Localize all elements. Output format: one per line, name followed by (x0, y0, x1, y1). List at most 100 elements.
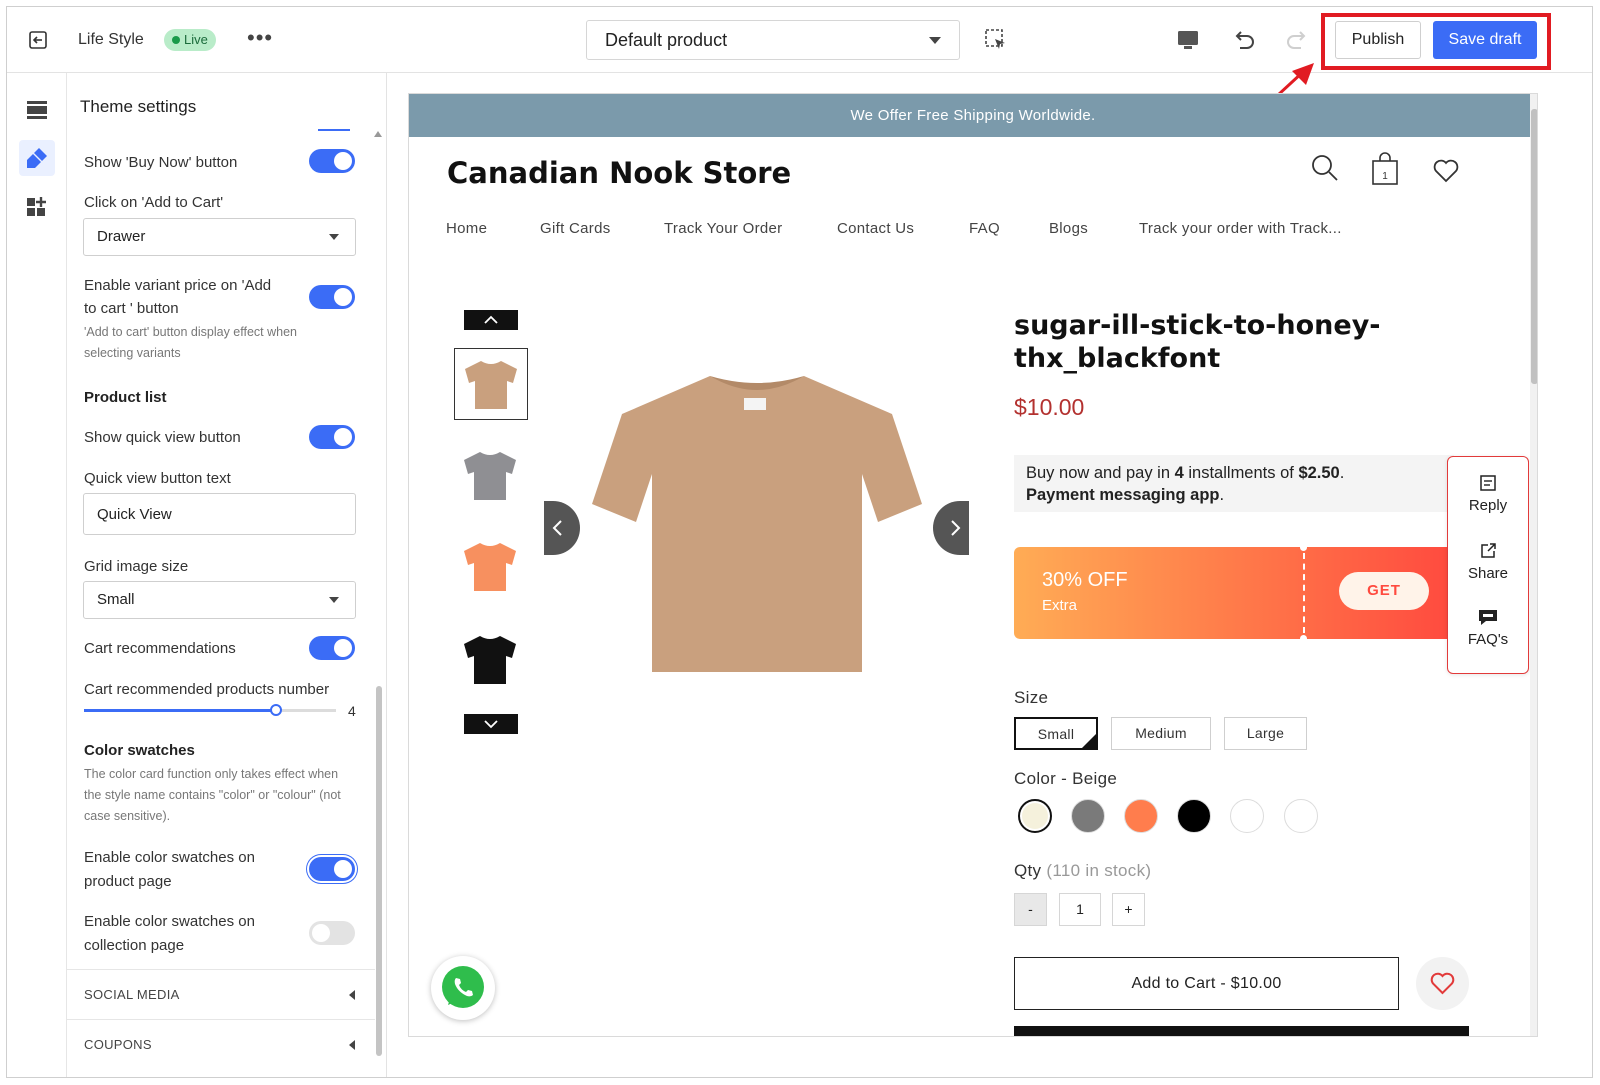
quick-view-toggle[interactable] (309, 425, 355, 449)
pay-installments: 4 (1174, 464, 1184, 482)
nav-link[interactable]: Blogs (1049, 220, 1088, 237)
editor-window: Life Style Live ••• Default product Publ… (6, 6, 1593, 1078)
social-media-accordion[interactable]: SOCIAL MEDIA (67, 969, 375, 1019)
whatsapp-button[interactable] (431, 956, 495, 1020)
cart-recs-toggle[interactable] (309, 636, 355, 660)
variant-price-help-line2: selecting variants (84, 346, 181, 360)
pay-text: Buy now and pay in (1026, 464, 1175, 482)
thumbnail-orange[interactable] (454, 531, 528, 603)
color-swatch[interactable] (1018, 799, 1052, 833)
color-swatch[interactable] (1284, 799, 1318, 833)
preview-scrollbar-thumb[interactable] (1531, 109, 1537, 384)
pay-text-2: installments of (1183, 464, 1299, 482)
grid-image-size-select[interactable]: Small (83, 581, 356, 619)
desktop-view-icon[interactable] (1175, 27, 1201, 53)
buy-now-label: Show 'Buy Now' button (84, 154, 238, 171)
pay-app: Payment messaging app (1026, 486, 1220, 504)
redo-icon[interactable] (1284, 27, 1310, 53)
cart-recs-label: Cart recommendations (84, 640, 236, 657)
nav-link[interactable]: Contact Us (837, 220, 914, 237)
size-option-label: Large (1246, 725, 1285, 741)
swatch-collection-label-line1: Enable color swatches on (84, 913, 255, 930)
more-options-icon[interactable]: ••• (247, 25, 273, 51)
undo-icon[interactable] (1231, 27, 1257, 53)
nav-link[interactable]: FAQ (969, 220, 1000, 237)
coupon-get-button[interactable]: GET (1339, 572, 1429, 610)
add-to-cart-click-select[interactable]: Drawer (83, 218, 356, 256)
share-button[interactable]: Share (1448, 541, 1528, 582)
color-label: Color - Beige (1014, 769, 1118, 788)
cart-icon[interactable]: 1 (1371, 152, 1399, 186)
exit-icon[interactable] (27, 29, 49, 51)
color-swatch[interactable] (1230, 799, 1264, 833)
buy-now-toggle[interactable] (309, 149, 355, 173)
select-element-icon[interactable] (983, 27, 1009, 53)
next-image-button[interactable] (933, 501, 969, 555)
nav-link[interactable]: Gift Cards (540, 220, 611, 237)
scroll-up-icon[interactable] (374, 131, 382, 137)
theme-settings-panel: Theme settings Show 'Buy Now' button Cli… (67, 73, 387, 1077)
side-widget: Reply Share FAQ's (1447, 456, 1529, 674)
store-preview: We Offer Free Shipping Worldwide. Canadi… (408, 93, 1538, 1037)
panel-title: Theme settings (80, 97, 197, 116)
product-title: sugar-ill-stick-to-honey- thx_blackfont (1014, 309, 1394, 375)
cart-recs-slider-handle[interactable] (269, 704, 282, 716)
product-image (592, 376, 922, 672)
cart-recs-slider[interactable] (84, 704, 336, 716)
wishlist-heart-icon[interactable] (1432, 158, 1460, 184)
thumbnail-beige[interactable] (454, 348, 528, 420)
qty-increase-button[interactable]: + (1112, 893, 1145, 926)
coupon-notch (1300, 635, 1307, 639)
quick-view-text-input[interactable] (83, 493, 356, 535)
size-option-small[interactable]: Small (1014, 717, 1098, 750)
size-option-label: Medium (1135, 725, 1187, 741)
buy-now-button[interactable] (1014, 1026, 1469, 1036)
size-option-large[interactable]: Large (1224, 717, 1307, 750)
nav-link[interactable]: Track Your Order (664, 220, 782, 237)
rail-item-theme-settings[interactable] (19, 140, 55, 176)
rail-item-sections[interactable] (19, 92, 55, 128)
thumbnail-black[interactable] (454, 624, 528, 696)
thumbnail-grey[interactable] (454, 440, 528, 512)
reply-button[interactable]: Reply (1448, 473, 1528, 514)
template-select-value: Default product (605, 30, 728, 50)
faq-label: FAQ's (1467, 631, 1509, 648)
qty-input[interactable]: 1 (1059, 893, 1101, 926)
thumb-down-button[interactable] (464, 714, 518, 734)
store-title[interactable]: Canadian Nook Store (447, 156, 791, 190)
swatch-product-toggle[interactable] (309, 857, 355, 881)
variant-price-toggle[interactable] (309, 285, 355, 309)
coupons-accordion[interactable]: COUPONS (67, 1019, 375, 1069)
template-select[interactable]: Default product (586, 20, 960, 60)
variant-price-label: Enable variant price on 'Add to cart ' b… (84, 274, 271, 320)
grid-image-size-value: Small (97, 591, 135, 608)
color-swatch[interactable] (1124, 799, 1158, 833)
add-to-cart-button[interactable]: Add to Cart - $10.00 (1014, 957, 1399, 1010)
qty-decrease-button[interactable]: - (1014, 893, 1047, 926)
panel-scrollbar[interactable] (376, 686, 382, 1056)
chevron-right-icon (951, 520, 961, 536)
variant-price-help: 'Add to cart' button display effect when… (84, 322, 297, 364)
payment-message: Buy now and pay in 4 installments of $2.… (1014, 455, 1454, 512)
faq-button[interactable]: FAQ's (1448, 607, 1528, 648)
swatch-collection-toggle[interactable] (309, 921, 355, 945)
size-option-medium[interactable]: Medium (1111, 717, 1211, 750)
search-icon[interactable] (1311, 154, 1339, 182)
color-swatch[interactable] (1071, 799, 1105, 833)
preview-scrollbar[interactable] (1530, 94, 1537, 1036)
add-to-wishlist-button[interactable] (1416, 957, 1469, 1010)
chevron-up-icon (484, 315, 498, 324)
thumb-up-button[interactable] (464, 310, 518, 330)
nav-link[interactable]: Home (446, 220, 487, 237)
product-title-line2: thx_blackfont (1014, 343, 1221, 374)
coupon-discount: 30% OFF (1042, 569, 1128, 591)
nav-link[interactable]: Track your order with Track... (1139, 220, 1342, 237)
color-swatch[interactable] (1177, 799, 1211, 833)
rail-item-apps[interactable] (19, 189, 55, 225)
prev-image-button[interactable] (544, 501, 580, 555)
chevron-left-icon (349, 1040, 355, 1050)
color-swatches-help-line2: the style name contains "color" or "colo… (84, 788, 341, 802)
chevron-down-icon (484, 720, 498, 729)
color-swatches-help-line1: The color card function only takes effec… (84, 767, 339, 781)
product-price: $10.00 (1014, 394, 1085, 420)
